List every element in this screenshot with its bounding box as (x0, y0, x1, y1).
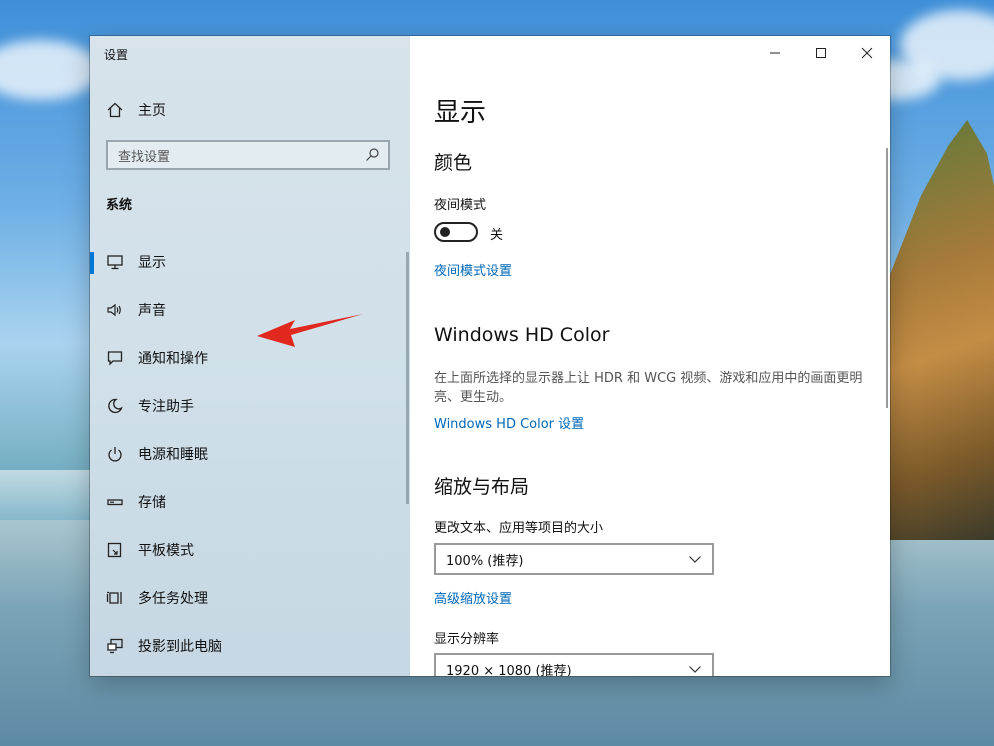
minimize-icon (770, 52, 780, 54)
resolution-label: 显示分辨率 (434, 632, 500, 647)
sidebar-item-power-sleep[interactable]: 电源和睡眠 (90, 434, 406, 474)
maximize-icon (816, 48, 826, 58)
hdr-description: 在上面所选择的显示器上让 HDR 和 WCG 视频、游戏和应用中的画面更明亮、更… (434, 371, 863, 405)
sidebar-item-multitasking[interactable]: 多任务处理 (90, 578, 406, 618)
section-heading-scale-layout: 缩放与布局 (434, 476, 530, 498)
speaker-icon (107, 303, 121, 317)
power-icon (108, 447, 122, 462)
multitasking-icon (106, 591, 122, 604)
close-icon (861, 47, 873, 59)
sidebar-item-tablet-mode[interactable]: 平板模式 (90, 530, 406, 570)
toggle-knob (440, 227, 450, 237)
annotation-arrow (257, 314, 363, 347)
app-title: 设置 (104, 48, 129, 62)
scale-size-label: 更改文本、应用等项目的大小 (434, 521, 604, 536)
sidebar-item-label: 平板模式 (138, 543, 194, 559)
tablet-mode-icon (107, 542, 122, 558)
sidebar-item-display[interactable]: 显示 (90, 242, 406, 282)
search-placeholder: 查找设置 (118, 149, 171, 165)
section-heading-hdr: Windows HD Color (434, 324, 610, 346)
night-mode-label: 夜间模式 (434, 198, 487, 213)
page-title: 显示 (434, 98, 487, 128)
night-mode-settings-link[interactable]: 夜间模式设置 (434, 260, 512, 279)
sidebar-item-label: 投影到此电脑 (138, 639, 222, 655)
sidebar-item-label: 多任务处理 (138, 591, 208, 607)
chevron-down-icon (689, 556, 701, 563)
resolution-dropdown[interactable]: 1920 × 1080 (推荐) (434, 653, 714, 676)
sidebar-item-focus-assist[interactable]: 专注助手 (90, 386, 406, 426)
settings-window: 设置 主页 查找设置 系统 显示 声音 通知和操作 专注助手 电源和睡眠 存储 … (90, 36, 890, 676)
close-button[interactable] (844, 36, 890, 70)
monitor-icon (107, 255, 123, 270)
maximize-button[interactable] (798, 36, 844, 70)
sidebar-item-label: 声音 (138, 303, 166, 319)
sidebar-item-storage[interactable]: 存储 (90, 482, 406, 522)
night-mode-toggle[interactable] (434, 222, 478, 242)
resolution-value: 1920 × 1080 (推荐) (446, 663, 572, 677)
sidebar-item-label: 显示 (138, 255, 166, 271)
sidebar-item-project-to-pc[interactable]: 投影到此电脑 (90, 626, 406, 666)
search-icon (366, 148, 379, 161)
advanced-scaling-link[interactable]: 高级缩放设置 (434, 588, 512, 607)
window-controls (752, 36, 890, 70)
chevron-down-icon (689, 666, 701, 673)
search-input[interactable]: 查找设置 (106, 140, 390, 170)
sidebar-home-label: 主页 (138, 103, 166, 119)
section-label-system: 系统 (106, 198, 133, 213)
notification-icon (107, 351, 123, 366)
project-icon (107, 638, 123, 654)
scale-size-dropdown[interactable]: 100% (推荐) (434, 543, 714, 575)
content-pane: 显示 颜色 夜间模式 关 夜间模式设置 Windows HD Color 在上面… (410, 36, 890, 676)
night-mode-toggle-state: 关 (490, 228, 504, 243)
sidebar-scrollbar[interactable] (406, 252, 409, 504)
sidebar-item-label: 通知和操作 (138, 351, 208, 367)
hd-color-settings-link[interactable]: Windows HD Color 设置 (434, 413, 584, 432)
sidebar-item-label: 存储 (138, 495, 166, 511)
sidebar-item-label: 电源和睡眠 (138, 447, 208, 463)
scale-size-value: 100% (推荐) (446, 553, 524, 569)
storage-icon (107, 499, 123, 506)
sidebar: 设置 主页 查找设置 系统 显示 声音 通知和操作 专注助手 电源和睡眠 存储 … (90, 36, 410, 676)
sidebar-home[interactable]: 主页 (90, 98, 410, 122)
moon-icon (108, 398, 123, 414)
section-heading-color: 颜色 (434, 152, 473, 174)
content-scrollbar[interactable] (886, 148, 888, 408)
home-icon (107, 102, 123, 118)
sidebar-item-label: 专注助手 (138, 399, 194, 415)
minimize-button[interactable] (752, 36, 798, 70)
